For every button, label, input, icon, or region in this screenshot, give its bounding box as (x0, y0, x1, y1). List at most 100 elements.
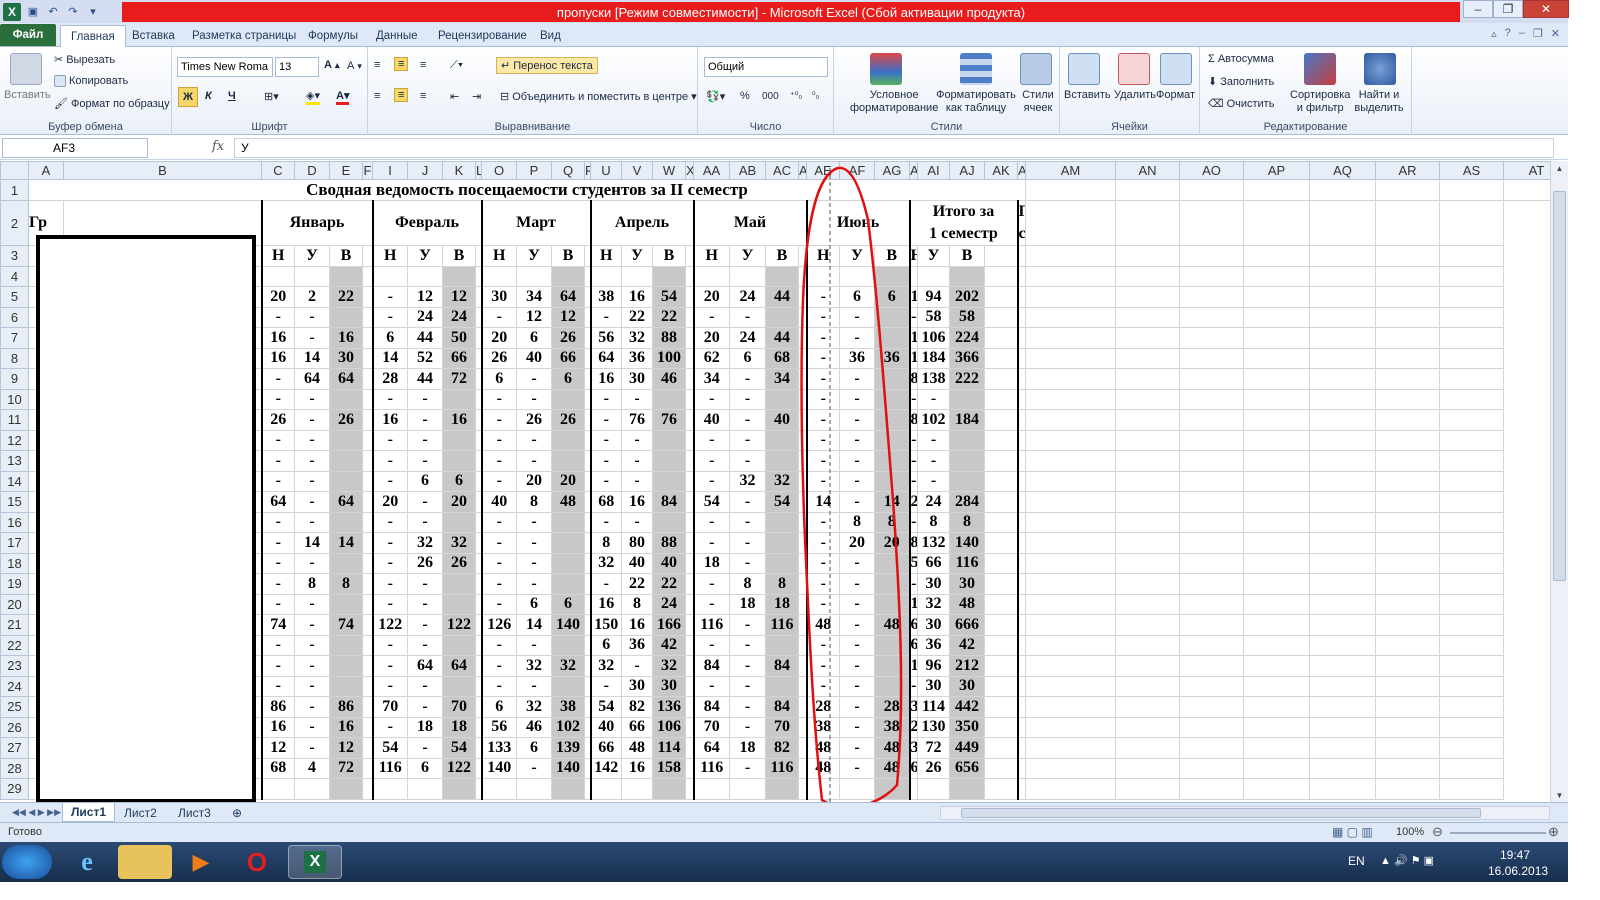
cell[interactable] (1179, 409, 1244, 431)
data-cell[interactable]: 8 (589, 532, 622, 554)
data-cell[interactable]: 8 (329, 573, 363, 595)
cell[interactable] (1243, 265, 1310, 287)
column-header[interactable]: AH (909, 161, 918, 180)
data-cell[interactable]: - (260, 655, 295, 677)
cell[interactable] (1375, 716, 1440, 738)
signature-cell[interactable] (1016, 491, 1026, 513)
data-cell[interactable] (765, 511, 799, 533)
spacer[interactable] (362, 614, 373, 636)
data-cell[interactable]: - (692, 306, 730, 328)
data-cell[interactable]: - (729, 532, 766, 554)
cell[interactable] (1243, 347, 1310, 369)
data-cell[interactable] (908, 265, 918, 287)
bold-button[interactable]: Ж (178, 87, 198, 107)
data-cell[interactable]: 48 (805, 614, 840, 636)
data-cell[interactable] (874, 573, 910, 595)
data-cell[interactable] (621, 778, 653, 800)
row-header[interactable]: 12 (0, 429, 29, 451)
data-cell[interactable]: - (294, 511, 330, 533)
sheet-tab-3[interactable]: Лист3 (170, 803, 219, 822)
increase-decimal-icon[interactable]: ⁺⁰₀ (790, 90, 802, 101)
data-cell[interactable]: 74 (329, 614, 363, 636)
data-cell[interactable]: 18 (729, 593, 766, 615)
data-cell[interactable]: 116 (949, 552, 985, 574)
spacer[interactable] (362, 716, 373, 738)
cell[interactable] (1115, 511, 1180, 533)
data-cell[interactable]: 366 (949, 347, 985, 369)
data-cell[interactable]: 50 (908, 552, 918, 574)
start-button-icon[interactable] (2, 845, 52, 879)
cell[interactable] (1439, 450, 1504, 472)
data-cell[interactable]: 132 (917, 532, 950, 554)
view-buttons-icon[interactable]: ▦ ▢ ▥ (1332, 825, 1373, 839)
data-cell[interactable]: - (371, 450, 408, 472)
data-cell[interactable]: - (839, 388, 875, 410)
data-cell[interactable]: 70 (692, 716, 730, 738)
spacer[interactable] (798, 614, 807, 636)
spacer[interactable] (984, 265, 1018, 287)
data-cell[interactable]: - (516, 388, 552, 410)
data-cell[interactable]: 40 (621, 552, 653, 574)
cell[interactable] (1375, 532, 1440, 554)
data-cell[interactable] (765, 552, 799, 574)
column-header[interactable]: AL (1017, 161, 1026, 180)
data-cell[interactable]: - (371, 634, 408, 656)
data-cell[interactable]: - (480, 306, 517, 328)
format-painter-button[interactable]: 🖌 Формат по образцу (54, 97, 170, 111)
zoom-in-icon[interactable]: ⊕ (1548, 824, 1559, 840)
data-cell[interactable]: - (260, 388, 295, 410)
column-header[interactable]: W (652, 161, 686, 180)
data-cell[interactable]: - (839, 634, 875, 656)
tab-home[interactable]: Главная (60, 25, 126, 48)
cell[interactable] (1243, 327, 1310, 349)
data-cell[interactable]: 64 (589, 347, 622, 369)
spacer[interactable] (984, 634, 1018, 656)
data-cell[interactable]: 26 (442, 552, 476, 574)
font-size-combo[interactable]: 13 (275, 57, 319, 77)
align-bottom-icon[interactable]: ≡ (420, 59, 426, 71)
data-cell[interactable] (805, 778, 840, 800)
data-cell[interactable] (551, 778, 585, 800)
data-cell[interactable]: - (621, 429, 653, 451)
cell[interactable] (1179, 716, 1244, 738)
data-cell[interactable]: 30 (652, 675, 686, 697)
data-cell[interactable] (329, 429, 363, 451)
data-cell[interactable]: 84 (692, 655, 730, 677)
data-cell[interactable]: 20 (839, 532, 875, 554)
data-cell[interactable]: 64 (260, 491, 295, 513)
align-top-icon[interactable]: ≡ (374, 59, 380, 71)
data-cell[interactable]: - (908, 306, 918, 328)
cell[interactable] (1179, 327, 1244, 349)
data-cell[interactable]: - (371, 593, 408, 615)
data-cell[interactable]: - (407, 409, 443, 431)
data-cell[interactable]: 16 (442, 409, 476, 431)
data-cell[interactable] (442, 450, 476, 472)
data-cell[interactable]: 6 (407, 470, 443, 492)
spacer[interactable] (685, 675, 694, 697)
row-header[interactable]: 10 (0, 388, 29, 410)
spacer[interactable] (984, 306, 1018, 328)
spacer[interactable] (984, 388, 1018, 410)
data-cell[interactable]: - (839, 470, 875, 492)
signature-cell[interactable] (1016, 552, 1026, 574)
cell[interactable] (1115, 655, 1180, 677)
sub-header[interactable]: В (949, 245, 985, 267)
cell[interactable] (1439, 614, 1504, 636)
data-cell[interactable]: 40 (480, 491, 517, 513)
data-cell[interactable]: 74 (260, 614, 295, 636)
spacer[interactable] (984, 675, 1018, 697)
data-cell[interactable]: - (371, 532, 408, 554)
data-cell[interactable]: 106 (917, 327, 950, 349)
cell[interactable] (1375, 470, 1440, 492)
data-cell[interactable] (652, 511, 686, 533)
cell[interactable] (1309, 573, 1376, 595)
signature-cell[interactable] (1016, 368, 1026, 390)
cell[interactable] (1503, 179, 1550, 201)
data-cell[interactable]: - (805, 347, 840, 369)
column-header[interactable]: AC (765, 161, 799, 180)
data-cell[interactable] (551, 388, 585, 410)
data-cell[interactable]: - (839, 409, 875, 431)
data-cell[interactable]: 28 (874, 696, 910, 718)
cell[interactable] (1243, 429, 1310, 451)
data-cell[interactable] (839, 778, 875, 800)
